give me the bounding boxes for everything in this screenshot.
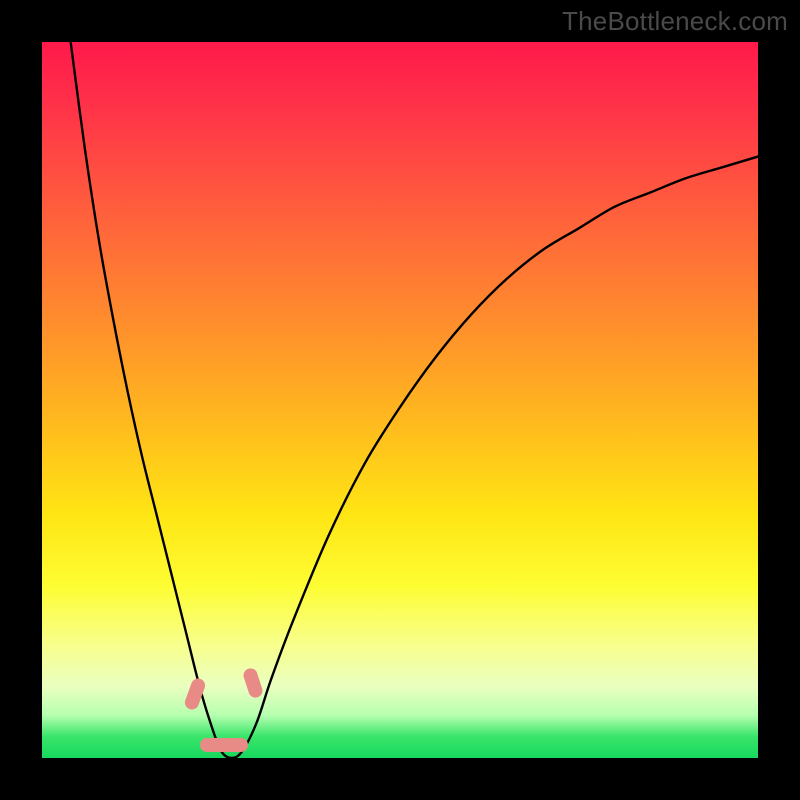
chart-frame: TheBottleneck.com — [0, 0, 800, 800]
plot-area — [42, 42, 758, 758]
watermark-text: TheBottleneck.com — [562, 6, 788, 37]
bottleneck-curve — [42, 42, 758, 758]
marker-bottom — [200, 738, 248, 752]
